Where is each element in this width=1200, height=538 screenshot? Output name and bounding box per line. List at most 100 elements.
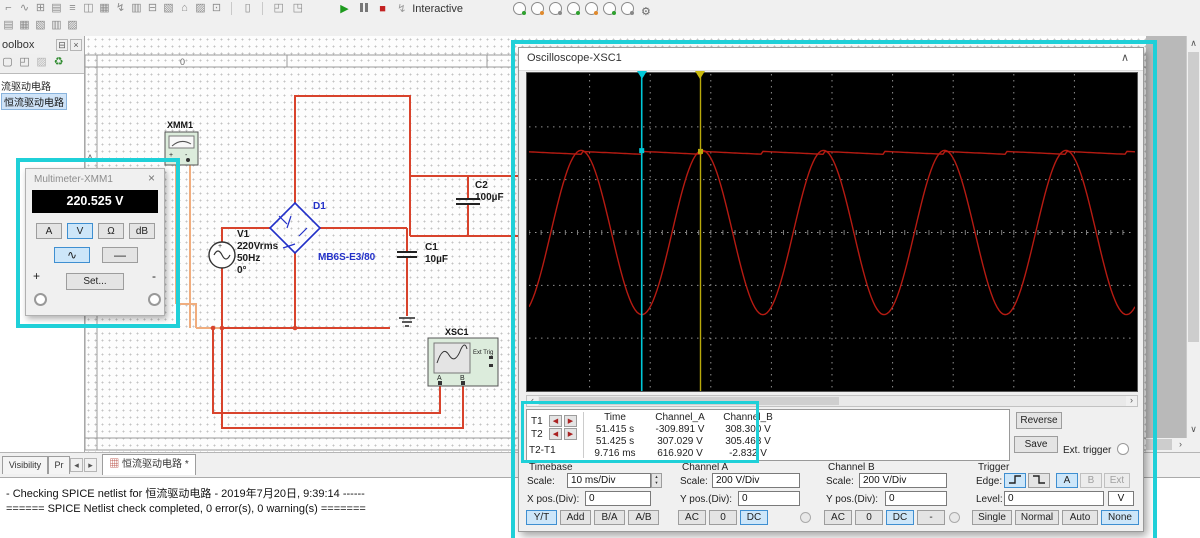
channel-a-ac-button[interactable]: AC bbox=[678, 510, 706, 525]
mode-ohm-button[interactable]: Ω bbox=[98, 223, 124, 239]
horizontal-scrollbar[interactable]: › bbox=[1146, 438, 1200, 452]
tab-visibility[interactable]: Visibility bbox=[2, 456, 48, 474]
multimeter-instrument-icon[interactable]: + - bbox=[164, 131, 199, 166]
scope-scrollbar[interactable]: ‹ › bbox=[526, 395, 1138, 407]
channel-b-ac-button[interactable]: AC bbox=[824, 510, 852, 525]
add-mode-button[interactable]: Add bbox=[560, 510, 591, 525]
t1-right-arrow-button[interactable]: ▶ bbox=[564, 415, 577, 427]
toolbar-icon[interactable]: ⌐ bbox=[1, 1, 16, 16]
channel-a-ypos-input[interactable]: 0 bbox=[738, 491, 800, 506]
toolbar-icon[interactable]: ▧ bbox=[161, 1, 176, 16]
channel-a-scale-input[interactable]: 200 V/Div bbox=[712, 473, 800, 488]
toolbox-close-button[interactable]: × bbox=[70, 39, 82, 51]
toolbar-icon[interactable]: ▦ bbox=[97, 1, 112, 16]
toolbar-icon[interactable]: ▧ bbox=[33, 18, 48, 33]
scope-screen[interactable] bbox=[526, 71, 1138, 392]
mode-db-button[interactable]: dB bbox=[129, 223, 155, 239]
toolbox-float-button[interactable]: ⊟ bbox=[56, 39, 68, 51]
trigger-none-button[interactable]: None bbox=[1101, 510, 1139, 525]
multimeter-dialog[interactable]: Multimeter-XMM1 × 220.525 V A V Ω dB ∿ —… bbox=[25, 168, 165, 316]
project-tree-item-selected[interactable]: 恒流驱动电路 bbox=[1, 93, 67, 110]
channel-b-ypos-input[interactable]: 0 bbox=[885, 491, 947, 506]
channel-b-dc-button[interactable]: DC bbox=[886, 510, 914, 525]
v1-refdes[interactable]: V1 bbox=[237, 229, 250, 240]
toolbar-icon[interactable]: ▨ bbox=[65, 18, 80, 33]
negative-terminal[interactable] bbox=[148, 293, 161, 306]
timebase-spinner[interactable]: ▲ ▼ bbox=[651, 473, 662, 488]
ab-mode-button[interactable]: A/B bbox=[628, 510, 659, 525]
stop-simulation-button[interactable]: ■ bbox=[375, 2, 390, 17]
timebase-xpos-input[interactable]: 0 bbox=[585, 491, 651, 506]
run-simulation-button[interactable]: ▶ bbox=[337, 2, 352, 17]
scroll-up-icon[interactable]: ∧ bbox=[1187, 38, 1200, 50]
xsc1-refdes[interactable]: XSC1 bbox=[445, 327, 469, 337]
scroll-left-icon[interactable]: ‹ bbox=[527, 396, 538, 406]
trigger-ext-button[interactable]: Ext bbox=[1104, 473, 1130, 488]
xmm1-refdes[interactable]: XMM1 bbox=[167, 120, 193, 130]
save-icon[interactable]: ▨ bbox=[35, 55, 48, 70]
rising-edge-button[interactable] bbox=[1004, 473, 1026, 488]
t1-left-arrow-button[interactable]: ◀ bbox=[549, 415, 562, 427]
toolbar-icon[interactable]: ⌂ bbox=[177, 1, 192, 16]
scrollbar-thumb[interactable] bbox=[539, 397, 839, 405]
delete-icon[interactable]: ▯ bbox=[240, 1, 255, 16]
toolbar-icon[interactable]: ⊟ bbox=[145, 1, 160, 16]
oscilloscope-window[interactable]: Oscilloscope-XSC1 ∧ ‹ › T1 ◀ ▶ T2 ◀ ▶ T2… bbox=[518, 47, 1144, 532]
toolbar-icon[interactable]: ◳ bbox=[290, 1, 305, 16]
c1-refdes[interactable]: C1 bbox=[425, 242, 438, 253]
falling-edge-button[interactable] bbox=[1028, 473, 1050, 488]
tab-scroll-left-icon[interactable]: ◂ bbox=[70, 458, 83, 472]
toolbar-icon[interactable]: ≡ bbox=[65, 1, 80, 16]
toolbar-icon[interactable]: ◫ bbox=[81, 1, 96, 16]
current-probe-icon[interactable] bbox=[531, 2, 545, 15]
tab-scroll-right-icon[interactable]: ▸ bbox=[84, 458, 97, 472]
toolbar-icon[interactable]: ▤ bbox=[1, 18, 16, 33]
save-button[interactable]: Save bbox=[1014, 436, 1058, 453]
channel-a-zero-button[interactable]: 0 bbox=[709, 510, 737, 525]
t2-right-arrow-button[interactable]: ▶ bbox=[564, 428, 577, 440]
d1-refdes[interactable]: D1 bbox=[313, 201, 326, 212]
toolbar-icon[interactable]: ⊞ bbox=[33, 1, 48, 16]
trigger-auto-button[interactable]: Auto bbox=[1062, 510, 1098, 525]
ground-symbol[interactable] bbox=[399, 317, 415, 327]
timebase-scale-input[interactable]: 10 ms/Div bbox=[567, 473, 651, 488]
toolbar-icon[interactable]: ▥ bbox=[49, 18, 64, 33]
diff-voltage-probe-icon[interactable] bbox=[567, 2, 581, 15]
tab-project[interactable]: Pr bbox=[48, 456, 70, 474]
trigger-channel-b-button[interactable]: B bbox=[1080, 473, 1102, 488]
voltage-ref-probe-icon[interactable] bbox=[603, 2, 617, 15]
trigger-channel-a-button[interactable]: A bbox=[1056, 473, 1078, 488]
digital-probe-icon[interactable] bbox=[621, 2, 635, 15]
scrollbar-thumb[interactable] bbox=[1146, 439, 1172, 450]
scroll-right-icon[interactable]: › bbox=[1126, 396, 1137, 406]
interactive-mode-dropdown[interactable]: Interactive bbox=[412, 3, 463, 15]
toolbar-icon[interactable]: ▤ bbox=[49, 1, 64, 16]
wire[interactable] bbox=[212, 95, 557, 429]
t2-left-arrow-button[interactable]: ◀ bbox=[549, 428, 562, 440]
design-tab[interactable]: ▦ 恒流驱动电路 * bbox=[102, 454, 196, 475]
toolbar-icon[interactable]: ◰ bbox=[271, 1, 286, 16]
power-probe-icon[interactable] bbox=[549, 2, 563, 15]
open-folder-icon[interactable]: ◰ bbox=[18, 55, 31, 70]
close-icon[interactable]: × bbox=[148, 171, 155, 185]
cursor-t1-handle[interactable] bbox=[636, 71, 647, 79]
channel-b-zero-button[interactable]: 0 bbox=[855, 510, 883, 525]
refresh-icon[interactable]: ♻ bbox=[52, 55, 65, 70]
pause-simulation-button[interactable] bbox=[356, 2, 371, 17]
positive-terminal[interactable] bbox=[34, 293, 47, 306]
channel-a-dc-button[interactable]: DC bbox=[740, 510, 768, 525]
new-design-icon[interactable]: ▢ bbox=[1, 55, 14, 70]
volt-current-probe-icon[interactable] bbox=[585, 2, 599, 15]
mode-volt-button[interactable]: V bbox=[67, 223, 93, 239]
c2-refdes[interactable]: C2 bbox=[475, 180, 488, 191]
scroll-down-icon[interactable]: ∨ bbox=[1187, 424, 1200, 436]
toolbar-icon[interactable]: ▦ bbox=[17, 18, 32, 33]
trigger-level-unit[interactable]: V bbox=[1108, 491, 1134, 506]
ac-mode-button[interactable]: ∿ bbox=[54, 247, 90, 263]
trigger-level-input[interactable]: 0 bbox=[1004, 491, 1104, 506]
trigger-single-button[interactable]: Single bbox=[972, 510, 1012, 525]
yt-mode-button[interactable]: Y/T bbox=[526, 510, 557, 525]
wire[interactable] bbox=[175, 165, 390, 329]
set-button[interactable]: Set... bbox=[66, 273, 124, 290]
cursor-t2-handle[interactable] bbox=[695, 71, 706, 79]
